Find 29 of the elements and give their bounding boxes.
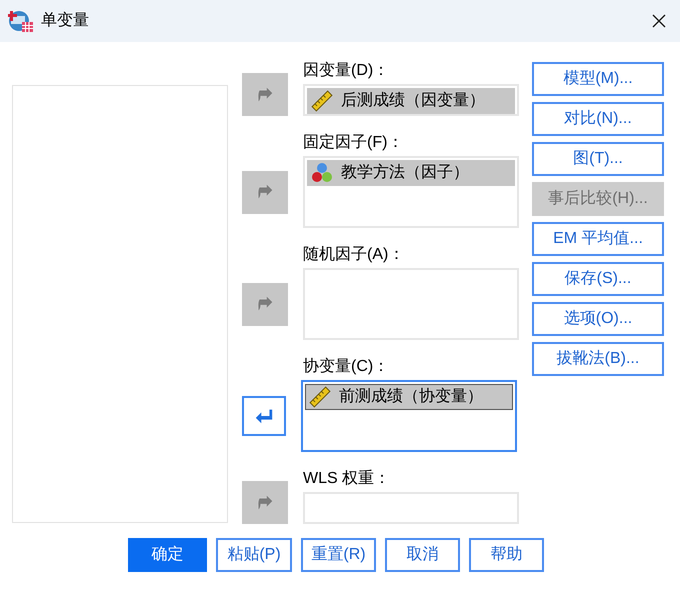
field-label: 因变量(D)： xyxy=(303,60,390,81)
dialog-button[interactable]: 取消 xyxy=(385,538,460,572)
field-label: 协变量(C)： xyxy=(303,356,390,377)
circles-icon xyxy=(311,162,333,184)
dialog-button[interactable]: 拔靴法(B)... xyxy=(532,342,664,376)
variable-item[interactable]: 前测成绩（协变量） xyxy=(305,384,513,410)
ruler-icon xyxy=(309,386,331,408)
field-label: 固定因子(F)： xyxy=(303,132,404,153)
dialog-button[interactable]: 对比(N)... xyxy=(532,102,664,136)
dialog-button[interactable]: EM 平均值... xyxy=(532,222,664,256)
close-icon[interactable] xyxy=(652,14,666,28)
field-label: WLS 权重： xyxy=(303,468,390,489)
dialog-button[interactable]: 模型(M)... xyxy=(532,62,664,96)
target-list[interactable]: 前测成绩（协变量） xyxy=(301,380,517,452)
target-list[interactable]: 教学方法（因子） xyxy=(303,156,519,228)
dialog-button[interactable]: 重置(R) xyxy=(301,538,376,572)
dialog-button[interactable]: 保存(S)... xyxy=(532,262,664,296)
dialog-button[interactable]: 选项(O)... xyxy=(532,302,664,336)
dialog-button[interactable]: 图(T)... xyxy=(532,142,664,176)
dialog-button[interactable]: 粘贴(P) xyxy=(216,538,292,572)
move-arrow-button[interactable] xyxy=(242,396,286,436)
target-list[interactable] xyxy=(303,268,519,340)
dialog-button[interactable]: 确定 xyxy=(128,538,207,572)
window-title: 单变量 xyxy=(41,10,89,31)
app-icon xyxy=(8,9,34,33)
variable-item[interactable]: 教学方法（因子） xyxy=(307,160,515,186)
target-field[interactable] xyxy=(303,492,519,524)
field-label: 随机因子(A)： xyxy=(303,245,404,265)
dialog-button[interactable]: 帮助 xyxy=(469,538,544,572)
